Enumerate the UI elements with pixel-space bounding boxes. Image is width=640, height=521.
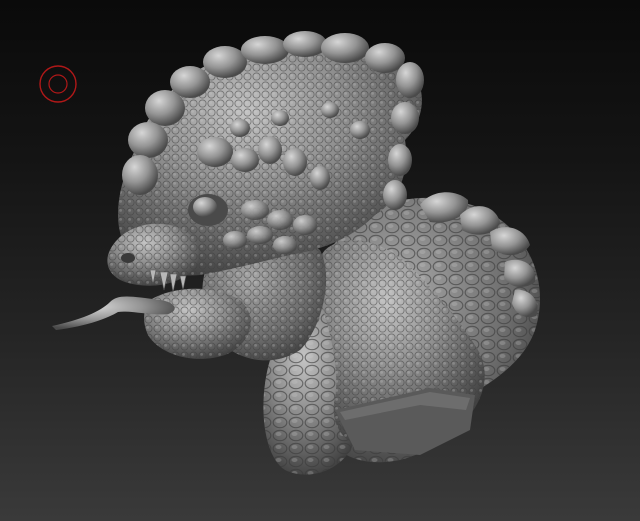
lower-jaw-texture [144,288,251,359]
sculpt-viewport[interactable] [0,0,640,521]
nostril [121,253,135,263]
eye [193,197,217,217]
sculpted-creature-model[interactable] [0,0,640,521]
